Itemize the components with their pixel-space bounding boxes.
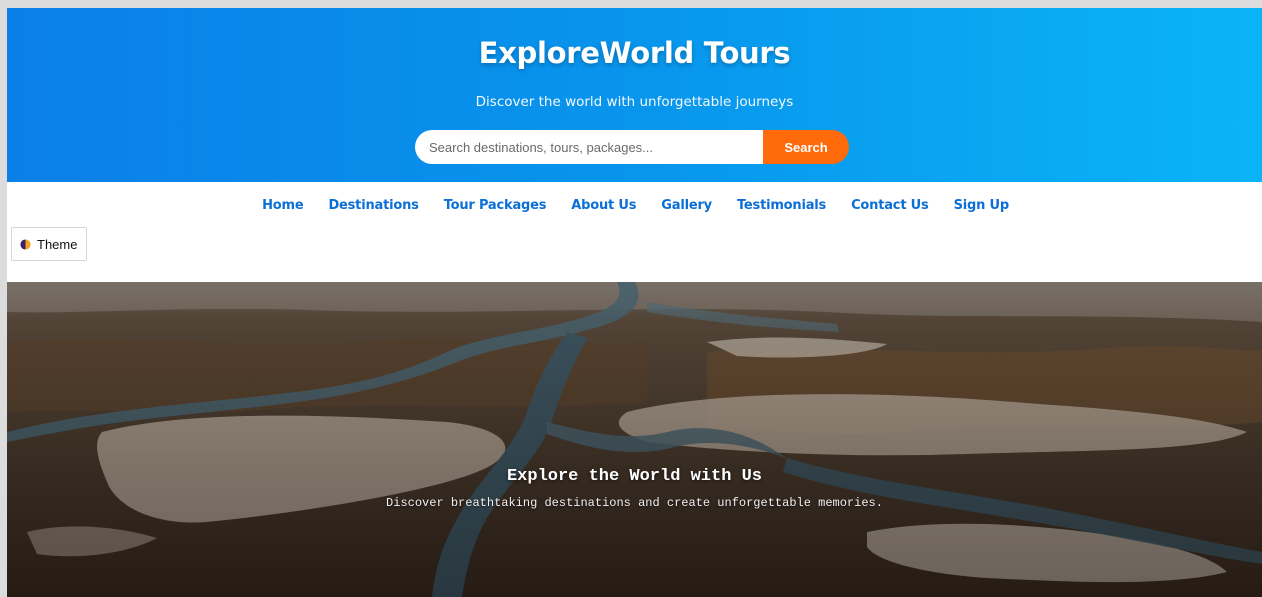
theme-toggle-label: Theme (37, 236, 78, 252)
hero-banner: Explore the World with Us Discover breat… (7, 282, 1262, 597)
nav-link-testimonials[interactable]: Testimonials (737, 198, 826, 213)
nav-link-tour-packages[interactable]: Tour Packages (444, 198, 547, 213)
nav-link-sign-up[interactable]: Sign Up (954, 198, 1010, 213)
theme-toggle-button[interactable]: Theme (11, 227, 88, 261)
site-title: ExploreWorld Tours (478, 36, 791, 70)
hero-title: Explore the World with Us (506, 467, 763, 486)
half-moon-icon (20, 238, 31, 250)
main-navigation: Home Destinations Tour Packages About Us… (7, 182, 1262, 282)
hero-subtitle: Discover breathtaking destinations and c… (386, 496, 883, 510)
nav-link-gallery[interactable]: Gallery (661, 198, 712, 213)
search-bar: Search (415, 130, 849, 164)
site-tagline: Discover the world with unforgettable jo… (475, 94, 794, 110)
site-header: ExploreWorld Tours Discover the world wi… (7, 8, 1262, 182)
nav-link-about-us[interactable]: About Us (571, 198, 636, 213)
browser-viewport: ExploreWorld Tours Discover the world wi… (7, 8, 1262, 597)
nav-link-destinations[interactable]: Destinations (328, 198, 418, 213)
search-input[interactable] (415, 130, 763, 164)
nav-link-home[interactable]: Home (262, 198, 304, 213)
nav-link-contact-us[interactable]: Contact Us (851, 198, 929, 213)
search-button[interactable]: Search (763, 130, 849, 164)
hero-background-image (7, 282, 1262, 597)
nav-links: Home Destinations Tour Packages About Us… (7, 198, 1262, 213)
